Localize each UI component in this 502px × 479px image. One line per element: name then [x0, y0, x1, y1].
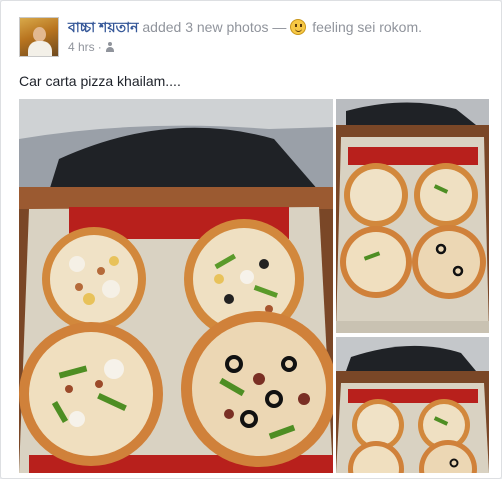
pizza-photo-image — [19, 99, 333, 473]
photo-3[interactable] — [336, 337, 489, 473]
post-timestamp-link[interactable]: 4 hrs — [68, 40, 95, 54]
pizza-photo-image — [336, 337, 489, 473]
post-action-text: added 3 new photos — — [142, 19, 287, 35]
post-headline: বাচ্চা শয়তান added 3 new photos — feeli… — [68, 17, 489, 37]
avatar-face — [33, 27, 46, 42]
pizza-photo-image — [336, 99, 489, 333]
post-meta: 4 hrs · — [68, 39, 489, 55]
smiley-face-icon — [290, 19, 307, 35]
author-avatar[interactable] — [19, 17, 59, 57]
avatar-body — [28, 41, 52, 56]
feed-post: বাচ্চা শয়তান added 3 new photos — feeli… — [0, 0, 502, 479]
photo-2[interactable] — [336, 99, 489, 333]
post-caption: Car carta pizza khailam.... — [19, 73, 181, 89]
feeling-text: feeling sei rokom. — [312, 19, 422, 35]
post-header: বাচ্চা শয়তান added 3 new photos — feeli… — [19, 15, 489, 59]
meta-separator: · — [97, 40, 102, 54]
post-header-text: বাচ্চা শয়তান added 3 new photos — feeli… — [68, 17, 489, 55]
photo-1[interactable] — [19, 99, 333, 473]
author-name-link[interactable]: বাচ্চা শয়তান — [68, 19, 139, 35]
friends-icon[interactable] — [105, 42, 115, 52]
